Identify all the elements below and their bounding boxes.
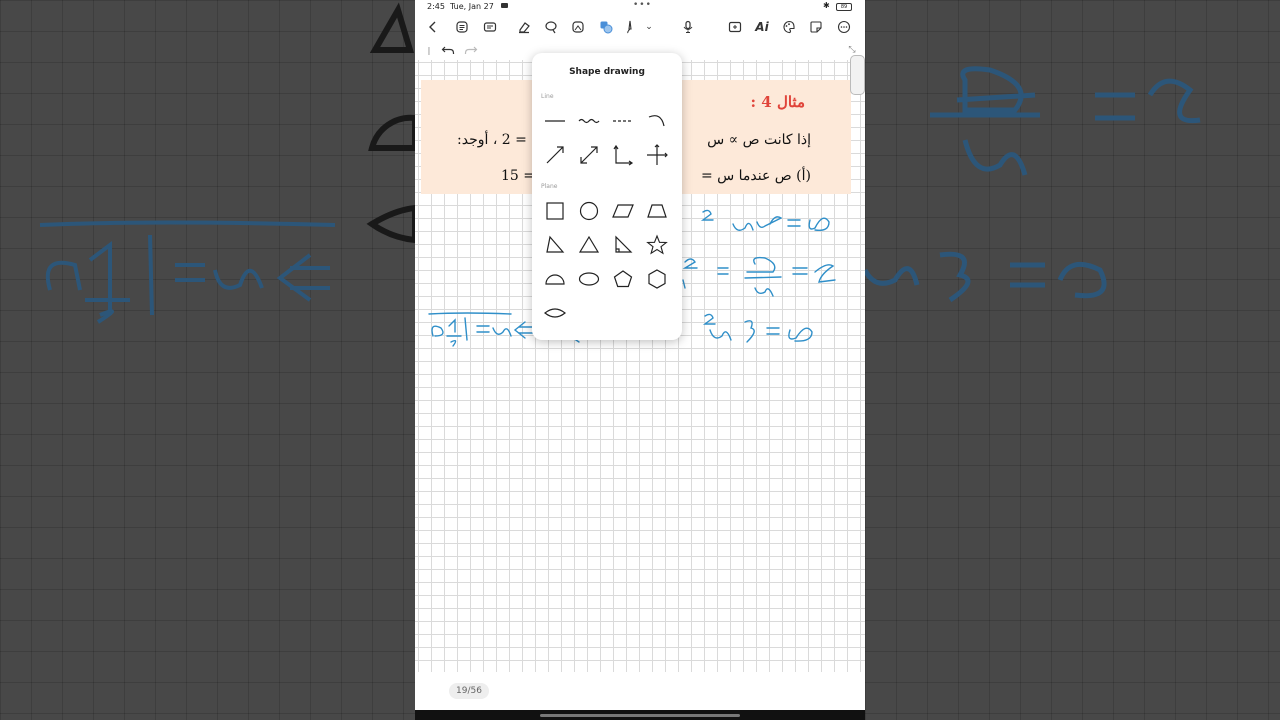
microphone-icon[interactable]	[679, 18, 697, 36]
triangle-icon[interactable]	[575, 231, 603, 259]
text-box-icon[interactable]	[481, 18, 499, 36]
trapezoid-icon[interactable]	[643, 197, 671, 225]
circle-icon[interactable]	[575, 197, 603, 225]
bluetooth-icon: ✱	[823, 1, 830, 10]
hexagon-icon[interactable]	[643, 265, 671, 293]
tablet-screen: 2:45 Tue, Jan 27 ••• ✱ 89 ⌄ Ai | ⤡ مثال …	[415, 0, 865, 720]
status-bar: 2:45 Tue, Jan 27 ••• ✱ 89	[415, 0, 865, 14]
battery-icon: 89	[836, 3, 852, 11]
recording-icon	[501, 3, 508, 8]
arc-icon[interactable]	[643, 107, 671, 135]
star-icon[interactable]	[643, 231, 671, 259]
status-date: Tue, Jan 27	[450, 2, 494, 11]
shape-icon[interactable]	[597, 18, 615, 36]
wavy-line-icon[interactable]	[575, 107, 603, 135]
ellipse-icon[interactable]	[575, 265, 603, 293]
color-palette-icon[interactable]	[780, 18, 798, 36]
side-panel-handle[interactable]	[850, 55, 865, 95]
image-icon[interactable]	[569, 18, 587, 36]
page-indicator[interactable]: 19/56	[449, 683, 489, 699]
more-icon[interactable]	[835, 18, 853, 36]
pentagon-icon[interactable]	[609, 265, 637, 293]
square-icon[interactable]	[541, 197, 569, 225]
screen-capture-icon[interactable]	[726, 18, 744, 36]
status-time: 2:45	[427, 2, 445, 11]
plane-section-label: Plane	[541, 183, 558, 190]
expand-icon[interactable]: ⌄	[640, 18, 658, 36]
sticker-icon[interactable]	[807, 18, 825, 36]
redo-icon[interactable]	[462, 41, 480, 59]
lens-icon[interactable]	[541, 299, 569, 327]
background-blur-right	[865, 0, 1280, 720]
obtuse-triangle-icon[interactable]	[541, 231, 569, 259]
dashed-line-icon[interactable]	[609, 107, 637, 135]
crosshair-axes-icon[interactable]	[643, 141, 671, 169]
right-angle-axes-icon[interactable]	[609, 141, 637, 169]
right-triangle-icon[interactable]	[609, 231, 637, 259]
straight-line-icon[interactable]	[541, 107, 569, 135]
home-indicator[interactable]	[540, 714, 740, 717]
shape-drawing-popup: Shape drawing Line Plane	[532, 53, 682, 340]
line-section-label: Line	[541, 93, 554, 100]
double-arrow-icon[interactable]	[575, 141, 603, 169]
background-blur-left	[0, 0, 415, 720]
parallelogram-icon[interactable]	[609, 197, 637, 225]
popup-title: Shape drawing	[569, 67, 645, 77]
arrow-icon[interactable]	[541, 141, 569, 169]
multitask-dots-icon[interactable]: •••	[633, 0, 652, 10]
lasso-icon[interactable]	[542, 18, 560, 36]
note-toolbar: ⌄ Ai	[415, 14, 865, 40]
view-icon[interactable]	[453, 18, 471, 36]
semicircle-icon[interactable]	[541, 265, 569, 293]
ai-icon[interactable]: Ai	[753, 18, 771, 36]
eraser-icon[interactable]	[515, 18, 533, 36]
cursor-marker-icon: |	[427, 45, 431, 55]
undo-icon[interactable]	[439, 41, 457, 59]
back-icon[interactable]	[424, 18, 442, 36]
pen-icon[interactable]	[621, 18, 639, 36]
